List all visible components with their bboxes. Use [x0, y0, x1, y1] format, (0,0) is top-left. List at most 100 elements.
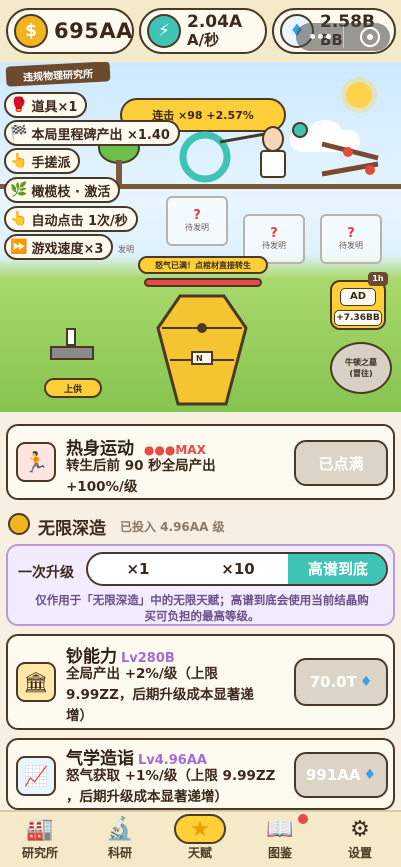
nav-item-codex[interactable]: 📖 图鉴	[240, 812, 320, 867]
capsule-divider	[343, 26, 344, 48]
note-line: 仅作用于「无限深造」中的无限天赋；高谱到底会使用当前结晶购	[35, 593, 369, 607]
gear-icon: ⚙	[350, 817, 370, 842]
desc-line: +100%/级	[66, 479, 138, 495]
lab-scene[interactable]: 违规物理研究所 连击 ×98 +2.57% 🥊 道具×1 🏁 本局里程碑产出 ×…	[0, 62, 401, 412]
upgrade-cost: 991AA	[305, 766, 361, 784]
newton-tomb-button[interactable]: 牛顿之墓 (冒往)	[330, 342, 392, 394]
upgrade-step-note: 仅作用于「无限深造」中的无限天赋；高谱到底会使用当前结晶购 买可负担的最高等级。	[16, 592, 388, 624]
nav-item-talent[interactable]: ★ 天赋	[160, 812, 240, 867]
factory-icon: 🏭	[26, 817, 54, 842]
lab-name: 违规物理研究所	[22, 68, 94, 84]
candle-icon	[66, 328, 76, 346]
level-dots: ●●●	[143, 443, 176, 457]
maxed-button[interactable]: 已点满	[294, 440, 388, 486]
checkered-flag-icon: 🏁	[10, 125, 28, 141]
nav-label: 科研	[107, 846, 132, 860]
coffin-label: N	[196, 354, 203, 363]
desc-line: ，后期升级成本显著递增）	[66, 789, 228, 805]
lightning-icon: ⚡	[147, 14, 181, 48]
buff-label: 橄榄枝 · 激活	[31, 184, 111, 200]
ad-timer-badge: 1h	[368, 272, 388, 286]
olive-branch-icon: 🌿	[10, 182, 28, 198]
tomb-sub: (冒往)	[349, 369, 373, 378]
offering-table	[50, 346, 94, 360]
step-option-x1[interactable]: ×1	[88, 554, 188, 584]
talent-card-money-power: 🏛 钞能力 Lv280B 全局产出 +2%/级（上限 9.99ZZ，后期升级成本显…	[6, 634, 395, 730]
gold-currency-pill[interactable]: $ 695AA	[6, 8, 134, 54]
coffin-reincarnate[interactable]	[156, 294, 248, 406]
talent-card-warmup: 🏃 热身运动 ●●●MAX 转生后前 90 秒全局产出 +100%/级 已点满	[6, 424, 395, 500]
upgrade-button[interactable]: 991AA ♦	[294, 752, 388, 798]
desc-line: 怒气获取 +1%/级（上限 9.99ZZ	[66, 768, 276, 784]
infinite-study-header: 无限深造 已投入 4.96AA 级	[6, 512, 395, 539]
capsule-menu[interactable]	[296, 23, 390, 51]
diamond-icon: ♦	[359, 674, 373, 690]
energy-rate-unit: A/秒	[187, 31, 220, 49]
fast-forward-icon: ⏩	[10, 239, 28, 255]
max-badge: MAX	[175, 443, 206, 457]
invention-slot[interactable]: ? 待发明	[166, 196, 228, 246]
upgrade-button[interactable]: 70.0T ♦	[294, 658, 388, 706]
invention-placeholder: 待发明	[339, 241, 363, 250]
tree-trunk	[116, 160, 122, 184]
close-mini-program-icon[interactable]	[360, 27, 380, 47]
boxing-glove-icon: 🥊	[10, 97, 28, 113]
buff-hand-rub[interactable]: 👆 手搓派	[4, 148, 81, 174]
book-icon: 📖	[266, 817, 294, 842]
ad-reward-value: +7.36BB	[334, 310, 382, 326]
rage-progress-bar	[144, 278, 262, 287]
running-icon: 🏃	[16, 442, 56, 482]
scientist-head[interactable]	[262, 126, 284, 152]
desc-line: 全局产出 +2%/级（上限	[66, 666, 218, 682]
nav-label: 天赋	[187, 846, 212, 860]
hand-pointer-icon: 👆	[10, 153, 28, 169]
offer-label: 上供	[63, 384, 82, 395]
buff-label: 游戏速度×3	[31, 241, 104, 257]
talent-desc: 怒气获取 +1%/级（上限 9.99ZZ ，后期升级成本显著递增）	[66, 766, 275, 808]
ramp-apparatus	[321, 141, 379, 177]
notification-dot	[298, 814, 308, 824]
step-option-max[interactable]: 高谱到底	[288, 554, 386, 584]
note-line: 买可负担的最高等级。	[144, 609, 260, 623]
nav-label: 研究所	[21, 846, 58, 860]
more-dots-icon[interactable]	[310, 34, 315, 39]
invention-slot[interactable]: ? 待发明	[320, 214, 382, 264]
sun-icon	[346, 82, 372, 108]
rage-full-banner: 怒气已满！点棺材直接转生	[138, 256, 268, 274]
buff-auto-click[interactable]: 👆 自动点击 1次/秒	[4, 206, 138, 232]
buff-label: 手搓派	[31, 155, 71, 171]
nav-label: 设置	[347, 846, 372, 860]
energy-amount: 2.04A	[187, 12, 243, 32]
buff-item-count[interactable]: 🥊 道具×1	[4, 92, 88, 118]
offer-button[interactable]: 上供	[44, 378, 102, 398]
nav-item-lab[interactable]: 🏭 研究所	[0, 812, 80, 867]
desc-line: 增）	[66, 708, 93, 724]
buff-olive-branch[interactable]: 🌿 橄榄枝 · 激活	[4, 177, 121, 203]
step-option-x10[interactable]: ×10	[188, 554, 288, 584]
talent-desc: 转生后前 90 秒全局产出 +100%/级	[66, 456, 216, 498]
buff-label: 自动点击 1次/秒	[31, 213, 128, 229]
ad-reward-button[interactable]: 1h AD +7.36BB	[330, 272, 388, 330]
buff-milestone-output[interactable]: 🏁 本局里程碑产出 ×1.40	[4, 120, 180, 146]
invention-placeholder: 待发明	[185, 223, 209, 232]
hand-pointer-icon: 👆	[10, 211, 28, 227]
bank-icon: 🏛	[16, 662, 56, 702]
nav-item-settings[interactable]: ⚙ 设置	[320, 812, 400, 867]
upgrade-step-card: 一次升级 ×1 ×10 高谱到底 仅作用于「无限深造」中的无限天赋；高谱到底会使…	[6, 544, 395, 626]
talent-card-qi-mastery: 📈 气学造诣 Lv4.96AA 怒气获取 +1%/级（上限 9.99ZZ ，后期升…	[6, 738, 395, 810]
section-title: 无限深造	[38, 519, 106, 539]
ad-label: AD	[340, 288, 376, 306]
physics-apparatus	[179, 122, 308, 183]
scientist-body[interactable]	[260, 150, 286, 178]
rage-full-text: 怒气已满！点棺材直接转生	[155, 260, 251, 270]
lab-name-ribbon: 违规物理研究所	[5, 62, 111, 87]
invested-amount: 已投入 4.96AA 级	[120, 520, 225, 534]
energy-currency-pill[interactable]: ⚡ 2.04A A/秒	[139, 8, 267, 54]
buff-game-speed[interactable]: ⏩ 游戏速度×3	[4, 234, 114, 260]
microscope-icon: 🔬	[106, 817, 134, 842]
nav-item-research[interactable]: 🔬 科研	[80, 812, 160, 867]
money-bag-icon: $	[14, 14, 48, 48]
currency-bar: $ 695AA ⚡ 2.04A A/秒 ♦ 2.58B BB	[0, 0, 401, 62]
desc-line: 9.99ZZ，后期升级成本显著递	[66, 687, 254, 703]
talent-desc: 全局产出 +2%/级（上限 9.99ZZ，后期升级成本显著递 增）	[66, 664, 254, 727]
